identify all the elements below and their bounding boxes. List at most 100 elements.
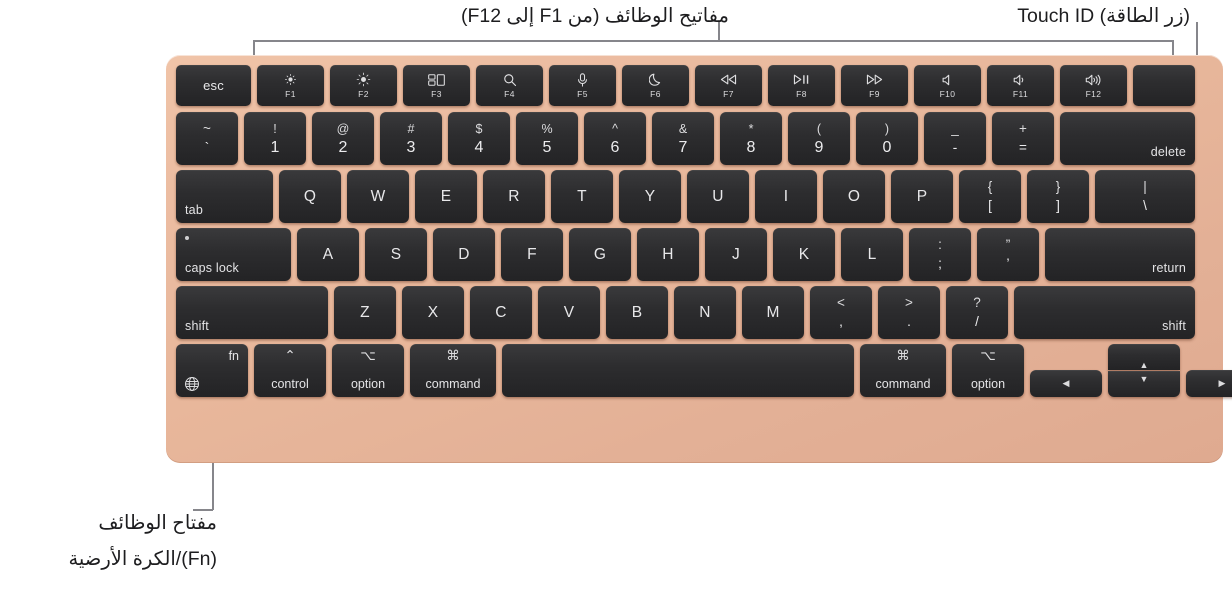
play-pause-icon	[793, 73, 810, 87]
key-4[interactable]: $ 4	[448, 112, 510, 165]
key-f7[interactable]: F7	[695, 65, 762, 106]
key-f9[interactable]: F9	[841, 65, 908, 106]
key-arrow-left[interactable]: ◀	[1030, 370, 1102, 397]
key-i[interactable]: I	[755, 170, 817, 223]
touch-id-icon	[1133, 65, 1195, 106]
key-c[interactable]: C	[470, 286, 532, 339]
key-bracket-right-lower: ]	[1056, 197, 1060, 213]
key-f1[interactable]: F1	[257, 65, 324, 106]
key-quote[interactable]: ” ’	[977, 228, 1039, 281]
key-f10[interactable]: F10	[914, 65, 981, 106]
key-r[interactable]: R	[483, 170, 545, 223]
key-delete-label: delete	[1150, 145, 1186, 159]
key-command-left[interactable]: ⌘ command	[410, 344, 496, 397]
key-h[interactable]: H	[637, 228, 699, 281]
key-z[interactable]: Z	[334, 286, 396, 339]
key-f12[interactable]: F12	[1060, 65, 1127, 106]
key-comma[interactable]: < ,	[810, 286, 872, 339]
key-5[interactable]: % 5	[516, 112, 578, 165]
key-equal-lower: =	[1019, 139, 1027, 155]
key-caps-lock[interactable]: caps lock	[176, 228, 291, 281]
key-comma-lower: ,	[839, 313, 843, 329]
key-f2[interactable]: F2	[330, 65, 397, 106]
key-arrow-right[interactable]: ▶	[1186, 370, 1232, 397]
key-semicolon-lower: ;	[938, 255, 942, 271]
annotation-fn-key: مفتاح الوظائف (Fn)/الكرة الأرضية	[68, 505, 217, 577]
key-b[interactable]: B	[606, 286, 668, 339]
key-0[interactable]: ) 0	[856, 112, 918, 165]
key-fn[interactable]: fn	[176, 344, 248, 397]
key-arrow-down[interactable]: ▼	[1108, 371, 1180, 397]
key-slash[interactable]: ? /	[946, 286, 1008, 339]
key-g[interactable]: G	[569, 228, 631, 281]
key-6[interactable]: ^ 6	[584, 112, 646, 165]
key-f6[interactable]: F6	[622, 65, 689, 106]
key-y[interactable]: Y	[619, 170, 681, 223]
key-a[interactable]: A	[297, 228, 359, 281]
key-u[interactable]: U	[687, 170, 749, 223]
key-shift-left[interactable]: shift	[176, 286, 328, 339]
brightness-down-icon	[284, 73, 297, 87]
key-f3[interactable]: F3	[403, 65, 470, 106]
key-caps-lock-label: caps lock	[185, 261, 239, 275]
key-4-lower: 4	[474, 138, 484, 156]
key-f4[interactable]: F4	[476, 65, 543, 106]
key-2[interactable]: @ 2	[312, 112, 374, 165]
key-quote-lower: ’	[1006, 255, 1010, 271]
key-q[interactable]: Q	[279, 170, 341, 223]
key-9[interactable]: ( 9	[788, 112, 850, 165]
key-8[interactable]: * 8	[720, 112, 782, 165]
key-d[interactable]: D	[433, 228, 495, 281]
key-period[interactable]: > .	[878, 286, 940, 339]
key-space[interactable]	[502, 344, 854, 397]
key-e[interactable]: E	[415, 170, 477, 223]
key-v[interactable]: V	[538, 286, 600, 339]
key-backtick[interactable]: ~ `	[176, 112, 238, 165]
key-return[interactable]: return	[1045, 228, 1195, 281]
key-tab[interactable]: tab	[176, 170, 273, 223]
key-option-right[interactable]: ⌥ option	[952, 344, 1024, 397]
key-1[interactable]: ! 1	[244, 112, 306, 165]
key-equal[interactable]: + =	[992, 112, 1054, 165]
key-f5[interactable]: F5	[549, 65, 616, 106]
key-minus[interactable]: _ -	[924, 112, 986, 165]
mission-control-icon	[428, 73, 445, 87]
key-j[interactable]: J	[705, 228, 767, 281]
key-arrow-up[interactable]: ▲	[1108, 344, 1180, 370]
key-l[interactable]: L	[841, 228, 903, 281]
key-w[interactable]: W	[347, 170, 409, 223]
key-s[interactable]: S	[365, 228, 427, 281]
key-delete[interactable]: delete	[1060, 112, 1195, 165]
key-s-label: S	[390, 245, 402, 263]
key-f8[interactable]: F8	[768, 65, 835, 106]
key-minus-upper: _	[951, 120, 959, 136]
key-f11[interactable]: F11	[987, 65, 1054, 106]
key-control[interactable]: ⌃ control	[254, 344, 326, 397]
key-command-right[interactable]: ⌘ command	[860, 344, 946, 397]
key-r-label: R	[508, 187, 520, 205]
key-7[interactable]: & 7	[652, 112, 714, 165]
key-bracket-right[interactable]: } ]	[1027, 170, 1089, 223]
key-t[interactable]: T	[551, 170, 613, 223]
key-touch-id[interactable]	[1133, 65, 1195, 106]
key-f[interactable]: F	[501, 228, 563, 281]
arrow-left-icon: ◀	[1062, 378, 1070, 388]
key-m[interactable]: M	[742, 286, 804, 339]
key-esc[interactable]: esc	[176, 65, 251, 106]
key-3[interactable]: # 3	[380, 112, 442, 165]
key-semicolon[interactable]: : ;	[909, 228, 971, 281]
key-p[interactable]: P	[891, 170, 953, 223]
key-o[interactable]: O	[823, 170, 885, 223]
key-x[interactable]: X	[402, 286, 464, 339]
key-d-label: D	[458, 245, 470, 263]
key-f9-label: F9	[869, 88, 880, 99]
option-glyph-icon: ⌥	[360, 348, 376, 363]
key-shift-right[interactable]: shift	[1014, 286, 1195, 339]
leader-line-fn-key-horizontal	[193, 509, 213, 511]
key-k[interactable]: K	[773, 228, 835, 281]
key-bracket-left[interactable]: { [	[959, 170, 1021, 223]
key-shift-right-label: shift	[1162, 319, 1186, 333]
key-option-left[interactable]: ⌥ option	[332, 344, 404, 397]
key-n[interactable]: N	[674, 286, 736, 339]
key-backslash[interactable]: | \	[1095, 170, 1195, 223]
